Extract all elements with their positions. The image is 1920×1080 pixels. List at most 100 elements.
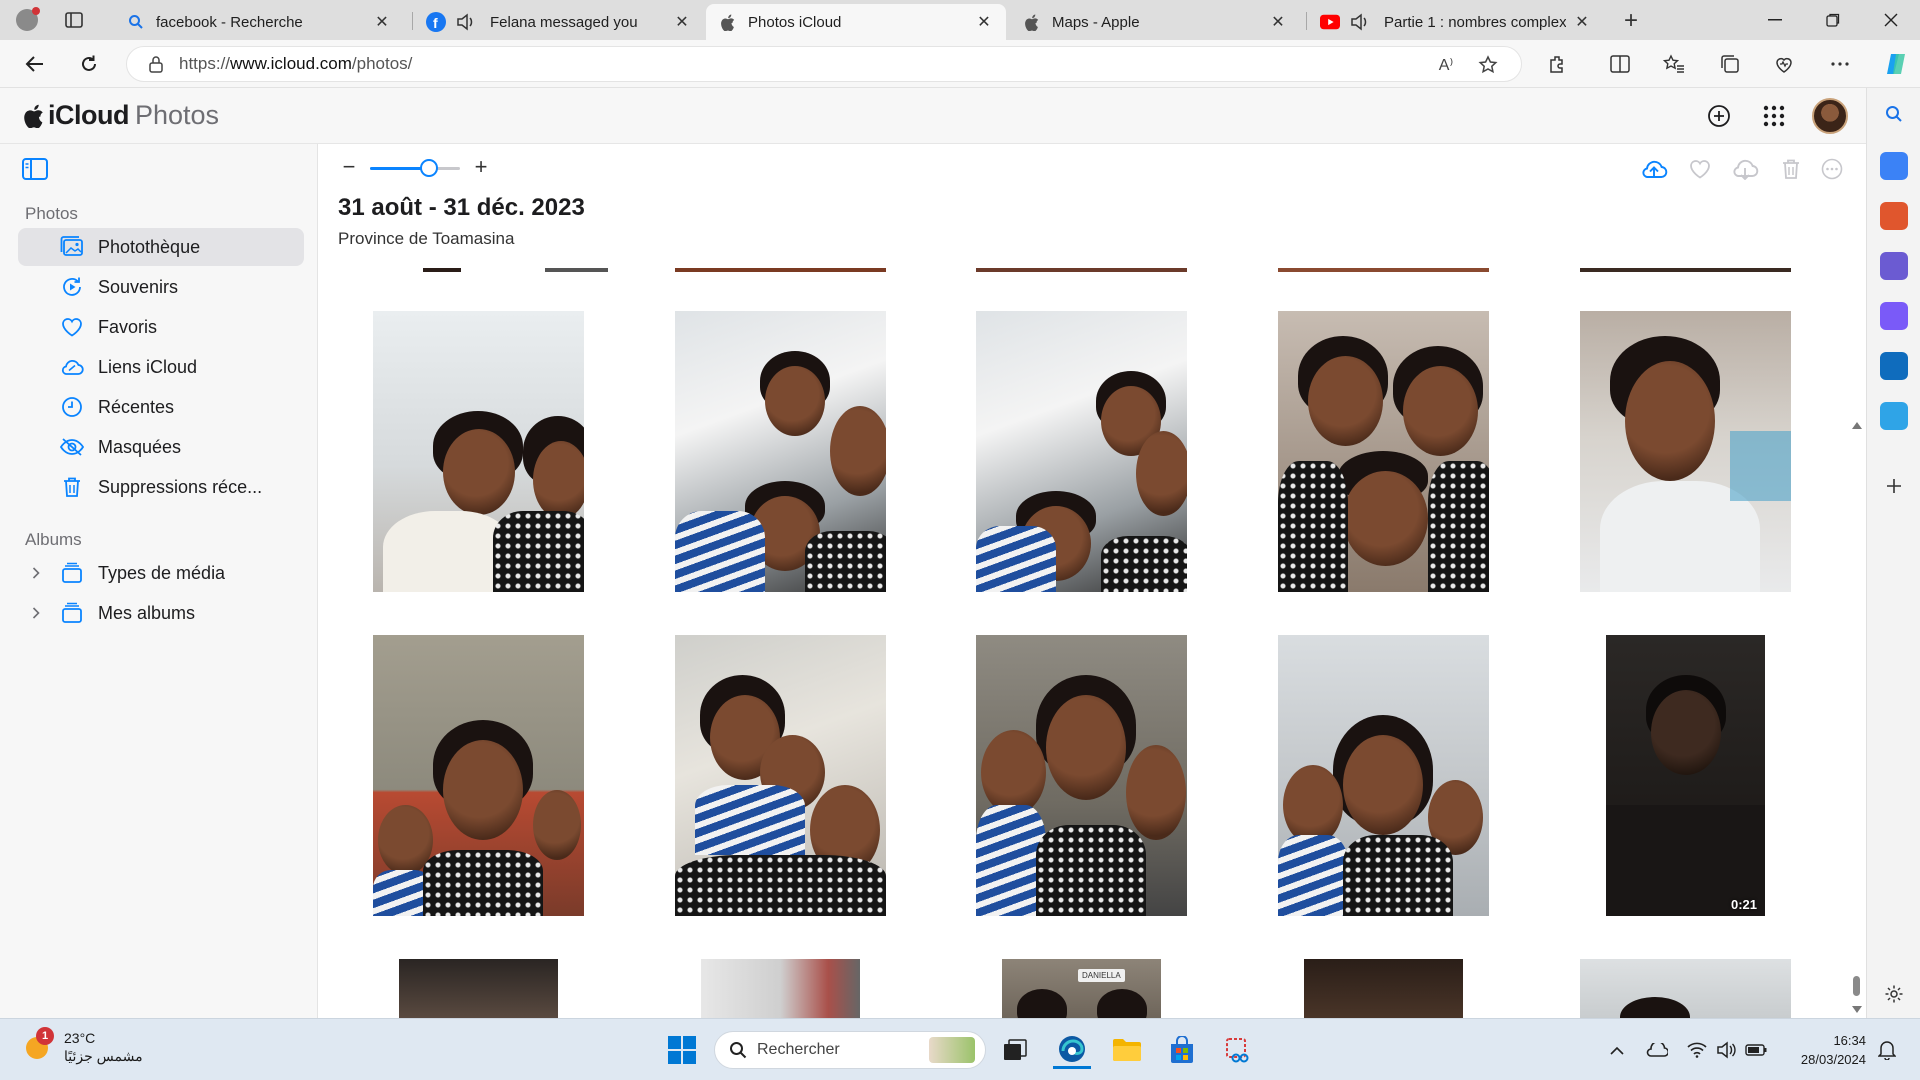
wifi-icon[interactable]	[1686, 1039, 1708, 1061]
search-icon[interactable]	[1880, 100, 1908, 128]
microsoft-365-icon[interactable]	[1880, 302, 1908, 330]
speaker-icon[interactable]	[456, 12, 476, 32]
refresh-button[interactable]	[72, 48, 106, 80]
extensions-icon[interactable]	[1544, 50, 1572, 78]
app-launcher-button[interactable]	[1759, 101, 1789, 131]
taskbar-microsoft-store[interactable]	[1163, 1031, 1201, 1069]
more-actions-button[interactable]	[1818, 156, 1846, 182]
photo-thumbnail[interactable]	[1580, 268, 1791, 272]
games-icon[interactable]	[1880, 252, 1908, 280]
browser-profile-button[interactable]	[10, 5, 44, 35]
sidebar-item-icloud-links[interactable]: Liens iCloud	[18, 348, 304, 386]
create-new-button[interactable]	[1704, 101, 1734, 131]
more-options-icon[interactable]	[1826, 50, 1854, 78]
photo-thumbnail[interactable]	[675, 311, 886, 592]
tab-close-button[interactable]: ✕	[1268, 12, 1288, 32]
split-screen-icon[interactable]	[1606, 50, 1634, 78]
tab-facebook-search[interactable]: facebook - Recherche ✕	[114, 4, 404, 40]
read-aloud-icon[interactable]: A⁾	[1435, 54, 1457, 76]
zoom-out-button[interactable]: −	[338, 154, 360, 179]
sidebar-item-recents[interactable]: Récentes	[18, 388, 304, 426]
photo-thumbnail[interactable]	[399, 959, 558, 1018]
zoom-slider[interactable]	[370, 159, 460, 177]
icloud-photos-logo[interactable]: iCloud Photos	[24, 100, 219, 131]
scroll-down-arrow-icon[interactable]	[1852, 1006, 1862, 1013]
taskbar-clock[interactable]: 16:34 28/03/2024	[1782, 1031, 1866, 1069]
grid-scrollbar[interactable]	[1850, 284, 1862, 1018]
tab-close-button[interactable]: ✕	[1572, 12, 1592, 32]
tab-maps-apple[interactable]: Maps - Apple ✕	[1010, 4, 1300, 40]
photo-thumbnail[interactable]	[976, 311, 1187, 592]
restore-button[interactable]	[1804, 0, 1862, 40]
favorites-icon[interactable]	[1660, 50, 1688, 78]
sidebar-item-favorites[interactable]: Favoris	[18, 308, 304, 346]
photo-thumbnail[interactable]	[398, 268, 608, 272]
zoom-in-button[interactable]: +	[470, 154, 492, 179]
weather-widget[interactable]: 1 23°C مشمس جزئيًا	[22, 1027, 143, 1065]
back-button[interactable]	[18, 48, 52, 80]
start-button[interactable]	[667, 1035, 697, 1065]
tab-close-button[interactable]: ✕	[974, 12, 994, 32]
tab-youtube[interactable]: Partie 1 : nombres complexes ✕	[1308, 4, 1604, 40]
video-thumbnail[interactable]: 0:21	[1606, 635, 1765, 916]
photo-thumbnail[interactable]: DANIELLA	[1002, 959, 1161, 1018]
collections-icon[interactable]	[1716, 50, 1744, 78]
taskbar-search[interactable]: Rechercher	[714, 1031, 986, 1069]
photo-thumbnail[interactable]	[675, 268, 886, 272]
settings-gear-icon[interactable]	[1880, 980, 1908, 1008]
onedrive-cloud-icon[interactable]	[1646, 1039, 1668, 1061]
browser-essentials-icon[interactable]	[1770, 50, 1798, 78]
tab-close-button[interactable]: ✕	[672, 12, 692, 32]
account-avatar[interactable]	[1812, 98, 1848, 134]
taskbar-file-explorer[interactable]	[1108, 1031, 1146, 1069]
favorite-star-icon[interactable]	[1477, 54, 1499, 76]
shopping-tag-icon[interactable]	[1880, 152, 1908, 180]
upload-button[interactable]	[1640, 156, 1668, 182]
chevron-right-icon[interactable]	[32, 604, 46, 622]
photo-thumbnail[interactable]	[1278, 635, 1489, 916]
photo-thumbnail[interactable]	[1278, 268, 1489, 272]
show-hidden-icons-chevron-icon[interactable]	[1606, 1039, 1628, 1061]
minimize-button[interactable]	[1746, 0, 1804, 40]
tab-photos-icloud[interactable]: Photos iCloud ✕	[706, 4, 1006, 40]
tools-briefcase-icon[interactable]	[1880, 202, 1908, 230]
favorite-button[interactable]	[1686, 156, 1714, 182]
new-tab-button[interactable]: +	[1614, 6, 1648, 36]
copilot-icon[interactable]	[1880, 48, 1912, 80]
sidebar-toggle-button[interactable]	[22, 158, 48, 180]
zoom-slider-handle[interactable]	[419, 159, 438, 177]
scroll-up-arrow-icon[interactable]	[1852, 422, 1862, 429]
delete-button[interactable]	[1777, 156, 1805, 182]
photo-thumbnail[interactable]	[1580, 311, 1791, 592]
download-button[interactable]	[1731, 156, 1759, 182]
send-icon[interactable]	[1880, 402, 1908, 430]
volume-icon[interactable]	[1715, 1039, 1737, 1061]
add-sidebar-app-icon[interactable]	[1880, 472, 1908, 500]
photo-thumbnail[interactable]	[976, 268, 1187, 272]
photo-thumbnail[interactable]	[1580, 959, 1791, 1018]
sidebar-item-library[interactable]: Photothèque	[18, 228, 304, 266]
tab-facebook-message[interactable]: f Felana messaged you ✕	[414, 4, 704, 40]
photo-thumbnail[interactable]	[373, 635, 584, 916]
photo-thumbnail[interactable]	[701, 959, 860, 1018]
sidebar-item-my-albums[interactable]: Mes albums	[18, 594, 304, 632]
taskbar-edge[interactable]	[1053, 1031, 1091, 1069]
scroll-thumb[interactable]	[1853, 976, 1860, 996]
lock-icon[interactable]	[141, 55, 171, 73]
sidebar-item-recently-deleted[interactable]: Suppressions réce...	[18, 468, 304, 506]
tab-close-button[interactable]: ✕	[372, 12, 392, 32]
battery-icon[interactable]	[1745, 1039, 1767, 1061]
outlook-icon[interactable]	[1880, 352, 1908, 380]
photo-thumbnail[interactable]	[976, 635, 1187, 916]
sidebar-item-hidden[interactable]: Masquées	[18, 428, 304, 466]
close-window-button[interactable]	[1862, 0, 1920, 40]
notification-bell-icon[interactable]	[1876, 1039, 1898, 1061]
photo-thumbnail[interactable]	[675, 635, 886, 916]
address-bar[interactable]: https://www.icloud.com/photos/ A⁾	[126, 46, 1522, 82]
photo-thumbnail[interactable]	[373, 311, 584, 592]
chevron-right-icon[interactable]	[32, 564, 46, 582]
taskbar-snipping-tool[interactable]	[1219, 1031, 1257, 1069]
sidebar-item-media-types[interactable]: Types de média	[18, 554, 304, 592]
sidebar-item-memories[interactable]: Souvenirs	[18, 268, 304, 306]
photo-thumbnail[interactable]	[1304, 959, 1463, 1018]
